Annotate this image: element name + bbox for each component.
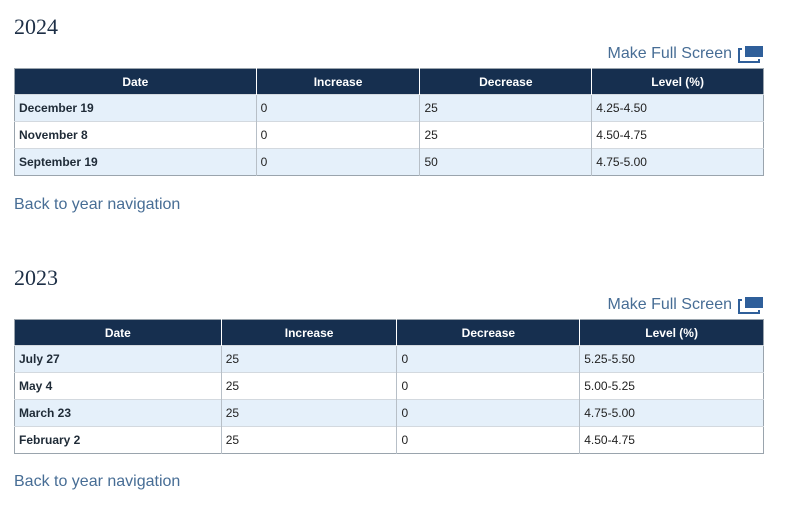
decrease-cell: 0 (396, 372, 580, 400)
decrease-cell: 0 (396, 399, 580, 427)
rates-table-2023: Date Increase Decrease Level (%) July 27… (14, 319, 764, 454)
table-row: July 27 25 0 5.25-5.50 (14, 345, 764, 373)
make-full-screen-label: Make Full Screen (607, 45, 733, 62)
level-cell: 4.75-5.00 (591, 148, 764, 176)
date-cell: February 2 (14, 426, 222, 454)
level-cell: 5.25-5.50 (579, 345, 764, 373)
increase-cell: 25 (220, 426, 397, 454)
column-header-level: Level (%) (591, 68, 764, 95)
table-row: February 2 25 0 4.50-4.75 (14, 426, 764, 454)
increase-cell: 0 (255, 148, 420, 176)
decrease-cell: 0 (396, 426, 580, 454)
make-full-screen-link[interactable]: Make Full Screen (608, 296, 765, 314)
date-cell: November 8 (14, 121, 257, 149)
decrease-cell: 25 (419, 121, 592, 149)
date-cell: September 19 (14, 148, 257, 176)
column-header-increase: Increase (220, 319, 397, 346)
column-header-decrease: Decrease (419, 68, 592, 95)
year-heading: 2024 (14, 14, 58, 39)
year-heading: 2023 (14, 265, 58, 290)
rates-table-2024: Date Increase Decrease Level (%) Decembe… (14, 68, 764, 176)
increase-cell: 25 (220, 345, 397, 373)
column-header-level: Level (%) (579, 319, 764, 346)
column-header-decrease: Decrease (396, 319, 580, 346)
increase-cell: 25 (220, 372, 397, 400)
fullscreen-icon (738, 297, 763, 314)
increase-cell: 0 (255, 121, 420, 149)
table-row: March 23 25 0 4.75-5.00 (14, 399, 764, 427)
increase-cell: 0 (255, 94, 420, 122)
date-cell: May 4 (14, 372, 222, 400)
fullscreen-icon (738, 46, 763, 63)
level-cell: 4.75-5.00 (579, 399, 764, 427)
table-row: December 19 0 25 4.25-4.50 (14, 94, 764, 122)
level-cell: 4.25-4.50 (591, 94, 764, 122)
back-to-year-navigation-link[interactable]: Back to year navigation (14, 196, 180, 214)
make-full-screen-label: Make Full Screen (607, 296, 733, 313)
table-row: May 4 25 0 5.00-5.25 (14, 372, 764, 400)
level-cell: 5.00-5.25 (579, 372, 764, 400)
increase-cell: 25 (220, 399, 397, 427)
level-cell: 4.50-4.75 (579, 426, 764, 454)
table-row: November 8 0 25 4.50-4.75 (14, 121, 764, 149)
column-header-increase: Increase (255, 68, 420, 95)
date-cell: March 23 (14, 399, 222, 427)
make-full-screen-link[interactable]: Make Full Screen (608, 45, 765, 63)
decrease-cell: 0 (396, 345, 580, 373)
date-cell: December 19 (14, 94, 257, 122)
table-row: September 19 0 50 4.75-5.00 (14, 148, 764, 176)
level-cell: 4.50-4.75 (591, 121, 764, 149)
date-cell: July 27 (14, 345, 222, 373)
back-to-year-navigation-link[interactable]: Back to year navigation (14, 473, 180, 491)
decrease-cell: 25 (419, 94, 592, 122)
column-header-date: Date (14, 68, 257, 95)
column-header-date: Date (14, 319, 222, 346)
decrease-cell: 50 (419, 148, 592, 176)
